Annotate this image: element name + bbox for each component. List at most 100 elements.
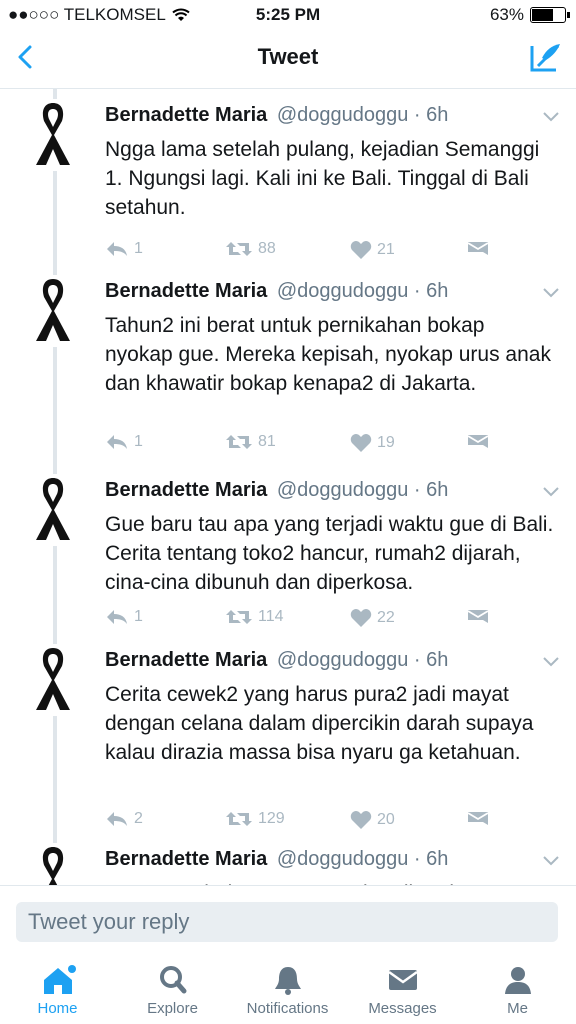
black-ribbon-avatar[interactable] (22, 99, 84, 171)
tweet-item[interactable]: Bernadette Maria @doggudoggu · 6h Ngga l… (0, 95, 576, 285)
black-ribbon-avatar[interactable] (22, 843, 84, 885)
chevron-down-icon[interactable] (542, 486, 560, 498)
retweet-count: 114 (258, 608, 284, 625)
retweet-icon (226, 435, 252, 449)
tweet-item[interactable]: Bernadette Maria @doggudoggu · 6h Cerita… (0, 640, 576, 840)
retweet-button[interactable]: 129 (225, 810, 285, 828)
tab-label: Home (37, 1000, 78, 1017)
battery-group: 63% (489, 5, 570, 25)
tab-label: Explore (147, 1000, 198, 1017)
tweet-text: Cerita cewek2 yang harus pura2 jadi maya… (105, 683, 534, 764)
direct-message-button[interactable] (467, 608, 489, 626)
tweet-text: Ngga lama setelah pulang, kejadian Seman… (105, 138, 540, 219)
author-handle: @doggudoggu · 6h (276, 649, 449, 671)
like-count: 22 (377, 609, 395, 626)
envelope-icon (467, 610, 489, 623)
heart-icon (350, 811, 372, 829)
reply-icon (107, 435, 127, 449)
author-handle: @doggudoggu · 6h (276, 104, 449, 126)
reply-count: 1 (134, 240, 143, 257)
black-ribbon-avatar[interactable] (22, 275, 84, 347)
tweet-header: Bernadette Maria @doggudoggu · 6h (105, 280, 448, 303)
tab-bar: Home Explore Notifications Messages Me (0, 956, 576, 1024)
direct-message-button[interactable] (467, 810, 489, 828)
like-button[interactable]: 20 (350, 810, 395, 830)
envelope-icon (467, 242, 489, 255)
tweet-text: Tahun2 ini berat untuk pernikahan bokap … (105, 314, 551, 395)
direct-message-button[interactable] (467, 240, 489, 258)
search-icon (159, 966, 186, 994)
tab-notifications[interactable]: Notifications (230, 964, 345, 1017)
tweet-item[interactable]: Bernadette Maria @doggudoggu · 6h Gue ba… (0, 470, 576, 640)
retweet-button[interactable]: 81 (225, 433, 276, 451)
reply-count: 1 (134, 433, 143, 450)
retweet-count: 81 (258, 433, 276, 450)
chevron-down-icon[interactable] (542, 111, 560, 123)
author-handle: @doggudoggu · 6h (276, 479, 449, 501)
tab-me[interactable]: Me (460, 964, 575, 1017)
envelope-icon (467, 812, 489, 825)
retweet-icon (226, 812, 252, 826)
home-icon (43, 965, 76, 994)
tab-label: Messages (368, 1000, 437, 1017)
like-count: 21 (377, 241, 395, 258)
like-button[interactable]: 22 (350, 608, 395, 628)
chevron-down-icon[interactable] (542, 287, 560, 299)
tweet-item[interactable]: Bernadette Maria @doggudoggu · 6h Karyaw… (0, 839, 576, 885)
direct-message-button[interactable] (467, 433, 489, 451)
author-name[interactable]: Bernadette Maria (105, 104, 267, 126)
reply-count: 1 (134, 608, 143, 625)
battery-percent: 63% (489, 5, 524, 24)
tweet-actions: 1 88 21 (105, 240, 505, 264)
retweet-button[interactable]: 114 (225, 608, 284, 626)
tab-messages[interactable]: Messages (345, 964, 460, 1017)
author-handle: @doggudoggu · 6h (276, 280, 449, 302)
tweet-header: Bernadette Maria @doggudoggu · 6h (105, 104, 448, 127)
tab-home[interactable]: Home (0, 964, 115, 1017)
reply-input[interactable] (16, 902, 558, 942)
retweet-count: 88 (258, 240, 276, 257)
compose-icon[interactable] (528, 40, 562, 74)
reply-button[interactable]: 1 (105, 240, 143, 258)
heart-icon (350, 241, 372, 259)
chevron-down-icon[interactable] (542, 656, 560, 668)
tweet-header: Bernadette Maria @doggudoggu · 6h (105, 649, 448, 672)
tweet-actions: 1 114 22 (105, 608, 505, 632)
reply-button[interactable]: 1 (105, 433, 143, 451)
battery-icon (530, 7, 570, 23)
heart-icon (350, 434, 372, 452)
author-name[interactable]: Bernadette Maria (105, 280, 267, 302)
like-button[interactable]: 21 (350, 240, 395, 260)
retweet-count: 129 (258, 810, 285, 827)
retweet-button[interactable]: 88 (225, 240, 276, 258)
tab-label: Notifications (246, 1000, 329, 1017)
envelope-icon (387, 970, 418, 990)
reply-count: 2 (134, 810, 143, 827)
status-bar: ●●○○○ TELKOMSEL 5:25 PM 63% (0, 0, 576, 30)
tweet-actions: 1 81 19 (105, 433, 505, 457)
like-count: 20 (377, 811, 395, 828)
like-count: 19 (377, 434, 395, 451)
author-handle: @doggudoggu · 6h (276, 848, 449, 870)
reply-button[interactable]: 1 (105, 608, 143, 626)
tweet-header: Bernadette Maria @doggudoggu · 6h (105, 848, 448, 871)
tweet-text: Gue baru tau apa yang terjadi waktu gue … (105, 513, 554, 594)
author-name[interactable]: Bernadette Maria (105, 649, 267, 671)
reply-button[interactable]: 2 (105, 810, 143, 828)
reply-bar (0, 885, 576, 956)
nav-bar: Tweet (0, 30, 576, 89)
black-ribbon-avatar[interactable] (22, 474, 84, 546)
tweet-item[interactable]: Bernadette Maria @doggudoggu · 6h Tahun2… (0, 271, 576, 471)
tab-label: Me (507, 1000, 528, 1017)
reply-icon (107, 812, 127, 826)
like-button[interactable]: 19 (350, 433, 395, 453)
tab-explore[interactable]: Explore (115, 964, 230, 1017)
page-title: Tweet (257, 44, 319, 69)
black-ribbon-avatar[interactable] (22, 644, 84, 716)
envelope-icon (467, 435, 489, 448)
tweet-header: Bernadette Maria @doggudoggu · 6h (105, 479, 448, 502)
author-name[interactable]: Bernadette Maria (105, 479, 267, 501)
heart-icon (350, 609, 372, 627)
author-name[interactable]: Bernadette Maria (105, 848, 267, 870)
chevron-down-icon[interactable] (542, 855, 560, 867)
